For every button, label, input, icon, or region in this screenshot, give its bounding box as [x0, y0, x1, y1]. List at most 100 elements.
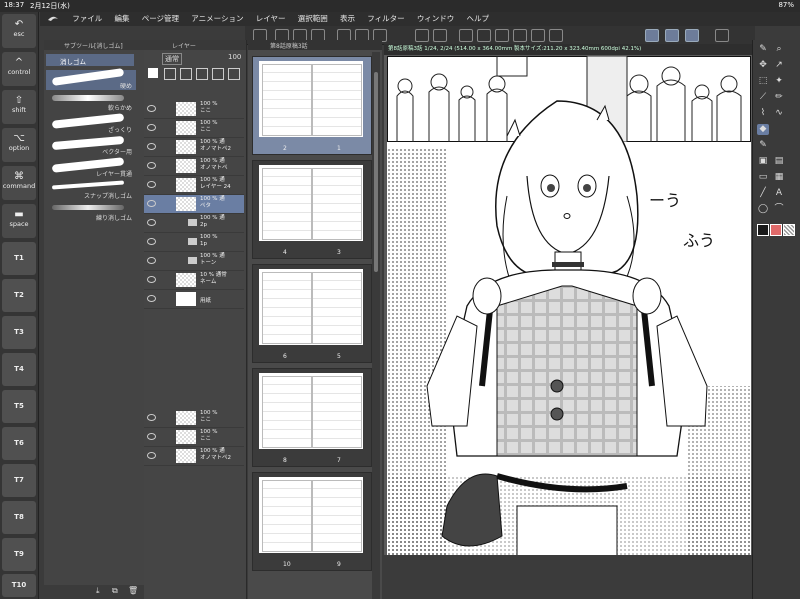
- command-key[interactable]: ⌘ command: [2, 166, 36, 200]
- layer-row[interactable]: 100 % 通ペタ: [144, 195, 244, 214]
- menu-animation[interactable]: アニメーション: [191, 12, 243, 26]
- menu-selection[interactable]: 選択範囲: [298, 12, 328, 26]
- layer-row[interactable]: 100 % 通オノマトペ: [144, 157, 244, 176]
- new-layer-icon[interactable]: [148, 68, 158, 78]
- text-icon[interactable]: A: [773, 188, 785, 199]
- eye-icon[interactable]: [147, 414, 156, 421]
- brush-icon[interactable]: ⌇: [757, 108, 769, 119]
- menu-filter[interactable]: フィルター: [367, 12, 404, 26]
- snap-grid-icon[interactable]: [685, 29, 699, 42]
- pen-tool-icon[interactable]: ✎: [757, 44, 769, 55]
- t8-key[interactable]: T8: [2, 501, 36, 534]
- select-icon[interactable]: ⬚: [757, 76, 769, 87]
- lock-icon[interactable]: [180, 68, 192, 80]
- blend-icon[interactable]: ✎: [757, 140, 769, 151]
- layer-row[interactable]: 100 % ここ: [144, 409, 244, 428]
- layer-row[interactable]: 100 % 通 2p: [144, 214, 244, 233]
- layer-row[interactable]: 100 % 1p: [144, 233, 244, 252]
- app-logo-icon[interactable]: [46, 14, 60, 24]
- manga-artboard[interactable]: ーう ふう: [387, 56, 751, 556]
- duplicate-icon[interactable]: ⧉: [112, 586, 118, 596]
- page-spread-card[interactable]: 87: [252, 368, 372, 467]
- invert-selection-icon[interactable]: [531, 29, 545, 42]
- eyedropper-icon[interactable]: ⟋: [757, 92, 769, 103]
- brush-snap-eraser[interactable]: スナップ消しゴム: [46, 180, 136, 200]
- trash-icon[interactable]: 🗑: [128, 586, 138, 595]
- eye-icon[interactable]: [147, 238, 156, 245]
- download-icon[interactable]: ⤓: [96, 586, 100, 596]
- snap-ruler-icon[interactable]: [645, 29, 659, 42]
- transform-icon[interactable]: [477, 29, 491, 42]
- layer-row[interactable]: 100 % 通トーン: [144, 252, 244, 271]
- layer-row[interactable]: 100 % ここ: [144, 428, 244, 447]
- menu-view[interactable]: 表示: [340, 12, 355, 26]
- menu-file[interactable]: ファイル: [72, 12, 102, 26]
- figure-icon[interactable]: ▭: [757, 172, 769, 183]
- eye-icon[interactable]: [147, 257, 156, 264]
- layer-row[interactable]: 10 % 通常 ネーム: [144, 271, 244, 290]
- menu-page[interactable]: ページ管理: [142, 12, 179, 26]
- t5-key[interactable]: T5: [2, 390, 36, 423]
- layer-row[interactable]: 用紙: [144, 290, 244, 309]
- eye-icon[interactable]: [147, 105, 156, 112]
- correct-line-icon[interactable]: ⌒: [773, 204, 785, 215]
- eye-icon[interactable]: [147, 276, 156, 283]
- ruler-icon[interactable]: ╱: [757, 188, 769, 199]
- brush-hard[interactable]: 硬め: [46, 68, 136, 90]
- brush-soft[interactable]: 軟らかめ: [46, 92, 136, 112]
- airbrush-icon[interactable]: ∿: [773, 108, 785, 119]
- gradient-icon[interactable]: ▤: [773, 156, 785, 167]
- page-spread-card[interactable]: 10 9: [252, 472, 372, 571]
- opacity-value[interactable]: 100: [228, 53, 241, 61]
- canvas-tab[interactable]: 第8話原稿3話 1/24, 2/24 (514.00 x 364.00mm 製本…: [384, 44, 752, 55]
- auto-select-icon[interactable]: ✦: [773, 76, 785, 87]
- space-key[interactable]: ▬ space: [2, 204, 36, 238]
- menu-layer[interactable]: レイヤー: [256, 12, 286, 26]
- reference-icon[interactable]: [212, 68, 224, 80]
- eye-icon[interactable]: [147, 433, 156, 440]
- clip-icon[interactable]: [196, 68, 208, 80]
- brush-rough[interactable]: ざっくり: [46, 113, 136, 134]
- operation-icon[interactable]: ↗: [773, 60, 785, 71]
- option-key[interactable]: ⌥ option: [2, 128, 36, 162]
- page-scrollbar[interactable]: [372, 52, 380, 599]
- frame-icon[interactable]: ▦: [773, 172, 785, 183]
- page-spread-card[interactable]: 43: [252, 160, 372, 259]
- brush-vector[interactable]: ベクター用: [46, 135, 136, 156]
- layer-row[interactable]: 100 % ここ: [144, 100, 244, 119]
- show-selection-icon[interactable]: [549, 29, 563, 42]
- main-color-swatch[interactable]: [757, 224, 769, 236]
- t10-key[interactable]: T10: [2, 574, 36, 597]
- undo-icon[interactable]: [415, 29, 429, 42]
- zoom-icon[interactable]: ⌕: [773, 44, 785, 55]
- t6-key[interactable]: T6: [2, 427, 36, 460]
- t9-key[interactable]: T9: [2, 538, 36, 571]
- eye-icon[interactable]: [147, 143, 156, 150]
- t1-key[interactable]: T1: [2, 242, 36, 275]
- t4-key[interactable]: T4: [2, 353, 36, 386]
- mask-icon[interactable]: [164, 68, 176, 80]
- clear-icon[interactable]: [459, 29, 473, 42]
- transparent-color-swatch[interactable]: [783, 224, 795, 236]
- page-spread-card[interactable]: 21: [252, 56, 372, 155]
- layer-row[interactable]: 100 % 通オノマトペ2: [144, 138, 244, 157]
- menu-help[interactable]: ヘルプ: [467, 12, 490, 26]
- eye-icon[interactable]: [147, 200, 156, 207]
- eye-icon[interactable]: [147, 181, 156, 188]
- layer-row[interactable]: 100 % 通オノマトペ2: [144, 447, 244, 466]
- balloon-icon[interactable]: ◯: [757, 204, 769, 215]
- move-icon[interactable]: ✥: [757, 60, 769, 71]
- page-spread-card[interactable]: 65: [252, 264, 372, 363]
- eye-icon[interactable]: [147, 162, 156, 169]
- control-key[interactable]: ^ control: [2, 52, 36, 86]
- help-icon[interactable]: [715, 29, 729, 42]
- page-scrollbar-thumb[interactable]: [374, 72, 378, 272]
- t7-key[interactable]: T7: [2, 464, 36, 497]
- subtool-group-selected[interactable]: 消しゴム: [46, 54, 134, 66]
- brush-through-layer[interactable]: レイヤー貫通: [46, 157, 136, 178]
- brush-kneaded-eraser[interactable]: 練り消しゴム: [46, 202, 136, 222]
- eye-icon[interactable]: [147, 219, 156, 226]
- fill-icon[interactable]: [495, 29, 509, 42]
- eye-icon[interactable]: [147, 124, 156, 131]
- snap-special-ruler-icon[interactable]: [665, 29, 679, 42]
